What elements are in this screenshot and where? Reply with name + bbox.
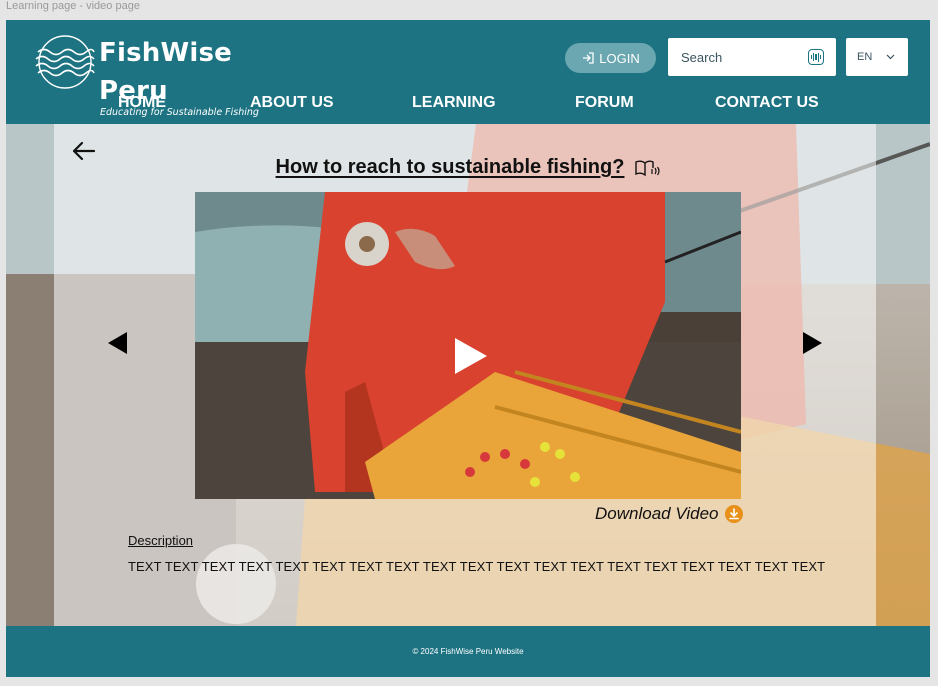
title-row: How to reach to sustainable fishing? — [6, 156, 930, 179]
next-arrow-icon[interactable] — [803, 332, 822, 354]
nav-forum[interactable]: FORUM — [575, 94, 634, 112]
nav-about-us[interactable]: ABOUT US — [250, 94, 334, 112]
language-select[interactable]: EN — [846, 38, 908, 76]
site-footer: © 2024 FishWise Peru Website — [6, 626, 930, 677]
login-button[interactable]: LOGIN — [565, 43, 656, 73]
play-icon[interactable] — [453, 336, 489, 376]
login-icon — [583, 52, 594, 64]
login-label: LOGIN — [599, 50, 640, 66]
logo[interactable]: FishWise Peru Educating for Sustainable … — [34, 34, 284, 118]
language-value: EN — [857, 51, 873, 63]
copyright-text: © 2024 FishWise Peru Website — [412, 647, 524, 656]
download-video-button[interactable]: Download Video — [595, 504, 743, 524]
search-box — [668, 38, 836, 76]
video-title: How to reach to sustainable fishing? — [275, 156, 625, 178]
download-icon — [724, 505, 743, 523]
main-content: How to reach to sustainable fishing? Dow… — [6, 124, 930, 626]
search-input[interactable] — [668, 38, 798, 76]
frame-label: Learning page - video page — [6, 0, 140, 12]
nav-home[interactable]: HOME — [118, 94, 166, 112]
download-video-label: Download Video — [595, 504, 719, 523]
video-player[interactable] — [195, 192, 741, 499]
description-label: Description — [128, 533, 194, 548]
chevron-down-icon — [886, 54, 895, 60]
description-text: TEXT TEXT TEXT TEXT TEXT TEXT TEXT TEXT … — [128, 559, 826, 574]
main-nav: HOME ABOUT US LEARNING FORUM CONTACT US — [6, 94, 930, 116]
nav-learning[interactable]: LEARNING — [412, 94, 496, 112]
voice-search-icon[interactable] — [808, 49, 824, 65]
site-header: FishWise Peru Educating for Sustainable … — [6, 20, 930, 124]
page-frame: FishWise Peru Educating for Sustainable … — [6, 20, 930, 677]
previous-arrow-icon[interactable] — [108, 332, 127, 354]
nav-contact-us[interactable]: CONTACT US — [715, 94, 819, 112]
waves-logo-icon — [35, 35, 95, 89]
audio-book-icon[interactable] — [634, 158, 661, 178]
